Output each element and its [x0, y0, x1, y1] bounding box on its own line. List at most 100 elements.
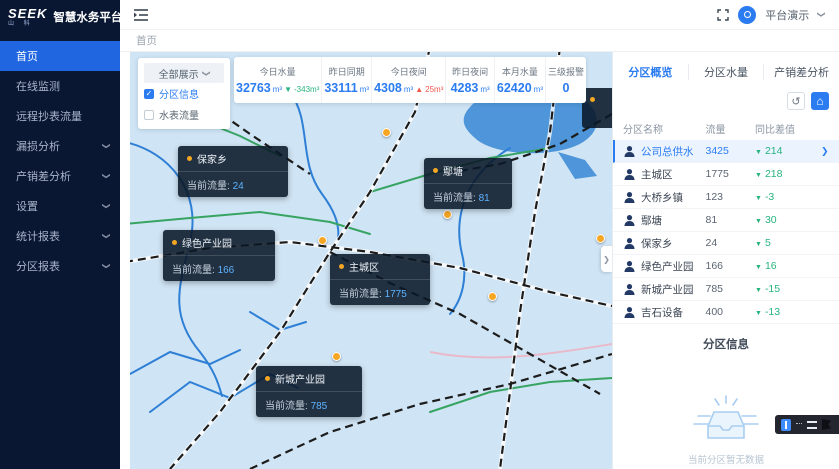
zone-tooltip-green-industrial-park[interactable]: 绿色产业园 当前流量: 166: [163, 230, 275, 281]
sidebar-item-settings[interactable]: 设置 ❯: [0, 191, 120, 221]
zone-name: 新城产业园: [641, 282, 694, 297]
fullscreen-icon[interactable]: [717, 9, 729, 21]
logo-text: SEEK: [8, 7, 47, 20]
smart-water-platform: SEEK 山 科 智慧水务平台 首页 在线监测 远程抄表流量 漏损分析 ❯ 产销差…: [0, 0, 839, 469]
trend-up-icon: ▲: [415, 85, 423, 94]
layer-option-label: 分区信息: [159, 86, 199, 101]
sidebar-item-label: 漏损分析: [16, 138, 60, 154]
zone-flow: 400: [706, 306, 756, 318]
panel-expand-button[interactable]: ❯: [601, 246, 612, 272]
sidebar-item-online-monitoring[interactable]: 在线监测: [0, 71, 120, 101]
sidebar-item-label: 设置: [16, 198, 38, 214]
zone-icon: [623, 237, 636, 250]
zone-tooltip-new-city-industrial-park[interactable]: 新城产业园 当前流量: 785: [256, 366, 362, 417]
zone-flow: 123: [706, 191, 756, 203]
zone-name: 绿色产业园: [641, 259, 694, 274]
username[interactable]: 平台演示: [765, 7, 809, 23]
map-marker[interactable]: [488, 292, 497, 301]
map-marker[interactable]: [318, 236, 327, 245]
collapse-sidebar-icon[interactable]: [134, 9, 148, 21]
stat-unit: m³: [534, 85, 543, 94]
tab-zone-overview[interactable]: 分区概览: [613, 64, 689, 80]
table-row[interactable]: 大桥乡镇 123 ▼-3: [613, 186, 839, 209]
map-vendor-controls[interactable]: [775, 415, 839, 434]
layer-filter-dropdown[interactable]: 全部展示 ❯: [144, 63, 224, 83]
breadcrumb[interactable]: 首页: [136, 33, 157, 48]
layer-option-zone-info[interactable]: ✓ 分区信息: [144, 83, 224, 104]
zone-flow: 81: [706, 214, 756, 226]
tab-nrw-analysis[interactable]: 产销差分析: [764, 64, 839, 80]
zone-tooltip-yantang[interactable]: 鄢塘 当前流量: 81: [424, 158, 512, 209]
zone-panel: 分区概览 分区水量 产销差分析 ↺ ⌂ 分区名称 流量 同比差值 公司总供水 3…: [612, 52, 839, 469]
layer-option-meter-flow[interactable]: 水表流量: [144, 104, 224, 125]
zone-tooltip-main-city[interactable]: 主城区 当前流量: 1775: [330, 254, 430, 305]
back-icon[interactable]: ↺: [787, 92, 805, 110]
zone-icon: [623, 283, 636, 296]
map-marker[interactable]: [596, 234, 605, 243]
zone-tooltip-baojiaxiang[interactable]: 保家乡 当前流量: 24: [178, 146, 288, 197]
map-marker[interactable]: [332, 352, 341, 361]
map-canvas[interactable]: 全部展示 ❯ ✓ 分区信息 水表流量 今日水量 32763 m³ ▼ -343m…: [130, 52, 612, 469]
zone-delta: -13: [765, 306, 780, 318]
zone-icon: [623, 145, 636, 158]
logo-mark: SEEK 山 科: [8, 7, 47, 27]
map-marker[interactable]: [443, 210, 452, 219]
marker-dot-icon: [339, 264, 344, 269]
zone-name: 鄢塘: [443, 163, 463, 178]
zone-name: 保家乡: [197, 151, 227, 166]
stat-delta: -343m³: [294, 85, 319, 94]
zone-name: 新城产业园: [275, 371, 325, 386]
stat-label: 昨日夜间: [452, 65, 488, 78]
avatar-icon: [744, 11, 751, 18]
zone-table-header: 分区名称 流量 同比差值: [613, 116, 839, 140]
sidebar-item-loss-analysis[interactable]: 漏损分析 ❯: [0, 131, 120, 161]
sidebar-item-nrw-analysis[interactable]: 产销差分析❯: [0, 161, 120, 191]
empty-state-text: 当前分区暂无数据: [688, 452, 764, 466]
sidebar-item-label: 在线监测: [16, 78, 60, 94]
sidebar-item-remote-meter-flow[interactable]: 远程抄表流量: [0, 101, 120, 131]
zone-icon: [623, 260, 636, 273]
zone-icon: [623, 191, 636, 204]
tab-zone-volume[interactable]: 分区水量: [689, 64, 765, 80]
chevron-right-icon[interactable]: ❯: [821, 146, 831, 157]
table-row[interactable]: 鄢塘 81 ▼30: [613, 209, 839, 232]
trend-down-icon: ▼: [755, 241, 762, 248]
sidebar-item-label: 产销差分析: [16, 168, 71, 184]
zone-tooltip-clipped[interactable]: [582, 88, 612, 128]
zone-icon: [623, 168, 636, 181]
checkbox-checked-icon: ✓: [144, 89, 154, 99]
map-logo-icon: [781, 419, 791, 431]
avatar[interactable]: [738, 6, 756, 24]
water-stats-bar: 今日水量 32763 m³ ▼ -343m³ 昨日同期 33111 m³ 今日夜…: [234, 57, 586, 103]
stat-label: 三级报警: [548, 65, 584, 78]
table-row[interactable]: 吉石设备 400 ▼-13: [613, 301, 839, 324]
sidebar-item-zone-reports[interactable]: 分区报表❯: [0, 251, 120, 281]
flow-label: 当前流量:: [172, 265, 215, 276]
stat-unit: m³: [360, 85, 369, 94]
stat-value: 0: [563, 81, 570, 95]
table-row[interactable]: 新城产业园 785 ▼-15: [613, 278, 839, 301]
chevron-down-icon: ❯: [102, 203, 111, 210]
stat-value: 4308: [374, 81, 402, 95]
header-yoy-delta: 同比差值: [755, 121, 821, 136]
chevron-down-icon[interactable]: ❯: [817, 11, 826, 18]
zone-icon: [623, 214, 636, 227]
sidebar-item-home[interactable]: 首页: [0, 41, 120, 71]
table-row[interactable]: 公司总供水 3425 ▼214 ❯: [613, 140, 839, 163]
zone-flow: 24: [706, 237, 756, 249]
marker-dot-icon: [187, 156, 192, 161]
table-row[interactable]: 主城区 1775 ▼218: [613, 163, 839, 186]
table-row[interactable]: 绿色产业园 166 ▼16: [613, 255, 839, 278]
logo: SEEK 山 科 智慧水务平台: [0, 0, 120, 33]
table-row[interactable]: 保家乡 24 ▼5: [613, 232, 839, 255]
home-icon[interactable]: ⌂: [811, 92, 829, 110]
zone-delta: 214: [765, 145, 783, 157]
flow-label: 当前流量:: [187, 181, 230, 192]
map-marker[interactable]: [382, 128, 391, 137]
zone-flow: 3425: [706, 145, 756, 157]
zone-name: 大桥乡镇: [641, 190, 683, 205]
sidebar-item-statistic-reports[interactable]: 统计报表❯: [0, 221, 120, 251]
zone-delta: 218: [765, 168, 783, 180]
panel-actions: ↺ ⌂: [613, 88, 839, 116]
chevron-down-icon: ❯: [102, 143, 111, 150]
